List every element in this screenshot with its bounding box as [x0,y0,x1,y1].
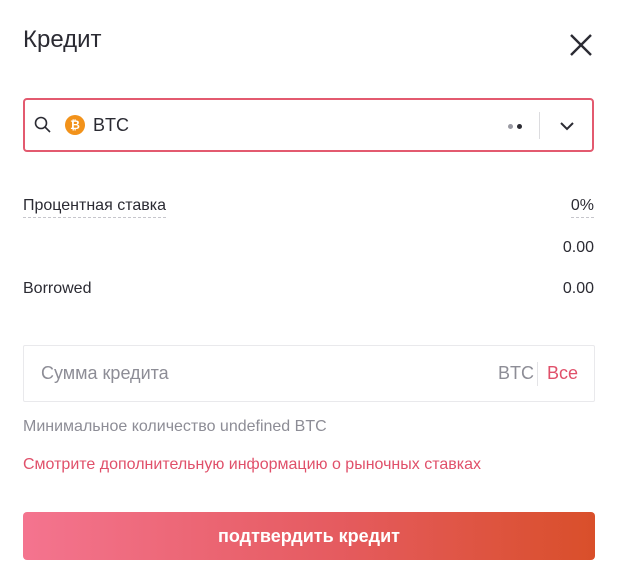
close-icon [570,34,592,56]
interest-rate-value: 0% [570,197,594,218]
loading-dots [508,124,522,129]
asset-select[interactable]: ₿ BTC [23,98,594,152]
search-icon [34,116,51,133]
close-button[interactable] [566,30,596,60]
max-all-button[interactable]: Все [547,363,578,384]
selected-asset-label: BTC [93,114,129,135]
confirm-loan-button[interactable]: подтвердить кредит [23,512,595,560]
chevron-down-icon[interactable] [556,115,578,137]
market-rates-link[interactable]: Смотрите дополнительную информацию о рын… [23,456,481,474]
available-value: 0.00 [562,239,594,256]
bitcoin-icon: ₿ [65,115,85,135]
dialog-title: Кредит [23,26,102,53]
borrowed-value: 0.00 [562,280,594,297]
minimum-amount-text: Минимальное количество undefined BTC [23,418,327,435]
select-divider [539,112,540,139]
loan-amount-field: BTC Все [23,345,595,402]
amount-divider [537,362,538,386]
amount-unit: BTC [498,363,534,383]
borrowed-label: Borrowed [23,280,92,297]
interest-rate-label: Процентная ставка [23,197,166,218]
loan-amount-input[interactable] [41,363,461,384]
